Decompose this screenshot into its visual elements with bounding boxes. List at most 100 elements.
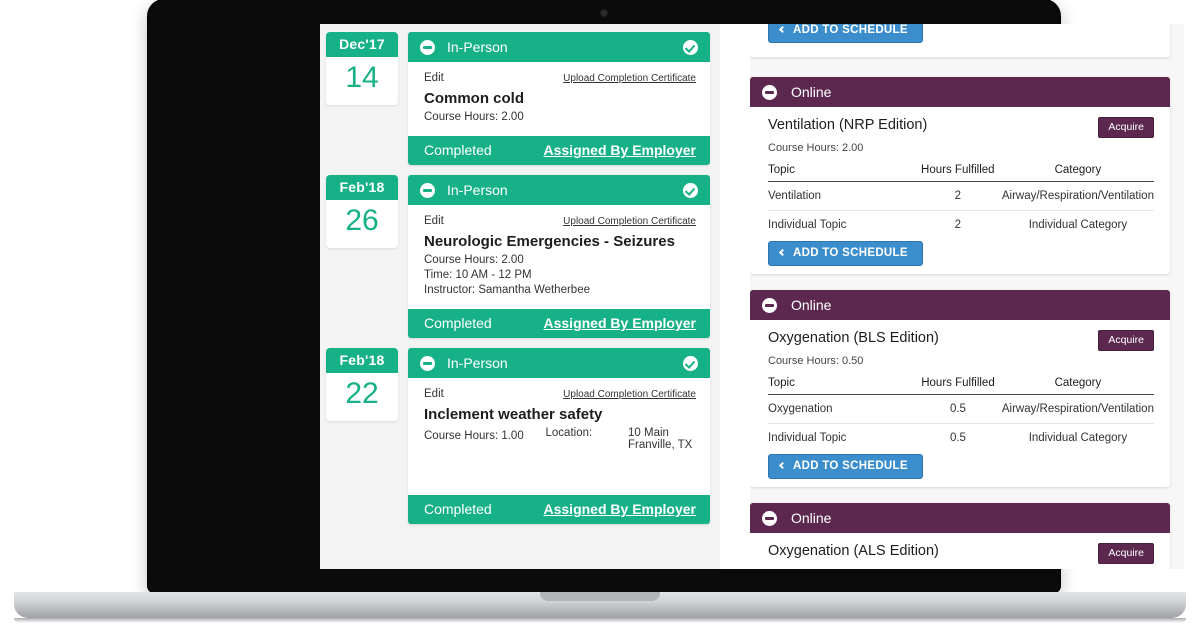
course-title: Oxygenation (ALS Edition) (768, 543, 939, 559)
course-title: Common cold (424, 90, 696, 107)
cell-category: Airway/Respiration/Ventilation (1002, 182, 1154, 211)
course-card-body: Edit Upload Completion Certificate Neuro… (408, 205, 710, 309)
course-card: In-Person Edit Upload Completion Certifi… (408, 32, 710, 165)
col-header-topic: Topic (768, 164, 914, 182)
status-label: Completed (424, 142, 492, 158)
date-chip: Dec'17 14 (326, 32, 398, 105)
online-card-titlerow: Oxygenation (BLS Edition) Acquire (768, 330, 1154, 351)
webcam-icon (601, 10, 607, 16)
circle-check-icon (683, 183, 698, 198)
col-header-topic: Topic (768, 377, 914, 395)
circle-minus-icon[interactable] (420, 183, 435, 198)
upload-certificate-link[interactable]: Upload Completion Certificate (563, 73, 696, 84)
course-title: Ventilation (NRP Edition) (768, 117, 927, 133)
course-card-actions: Edit Upload Completion Certificate (424, 215, 696, 227)
assigned-by-link[interactable]: Assigned By Employer (544, 501, 697, 517)
cell-topic: Oxygenation (768, 395, 914, 424)
cell-hours: 2 (914, 182, 1002, 211)
table-header-row: Topic Hours Fulfilled Category (768, 164, 1154, 182)
course-type-label: In-Person (447, 182, 683, 198)
cell-category: Airway/Respiration/Ventilation (1002, 395, 1154, 424)
online-card-header: Online (750, 77, 1170, 107)
course-card-header: In-Person (408, 32, 710, 62)
schedule-row: Dec'17 14 In-Person Edit (326, 32, 710, 165)
laptop-lid: Dec'17 14 In-Person Edit (148, 0, 1060, 592)
course-card-footer: Completed Assigned By Employer (408, 495, 710, 524)
online-card-body: Oxygenation (BLS Edition) Acquire Course… (750, 320, 1170, 487)
circle-minus-icon[interactable] (420, 40, 435, 55)
table-row: Individual Topic 0.5 Individual Category (768, 424, 1154, 453)
online-card-header: Online (750, 290, 1170, 320)
cell-hours: 2 (914, 211, 1002, 240)
schedule-row: Feb'18 22 In-Person Edit (326, 348, 710, 524)
course-hours: Course Hours: 2.00 (424, 254, 696, 266)
course-type-label: In-Person (447, 355, 683, 371)
date-chip: Feb'18 22 (326, 348, 398, 421)
topics-table: Topic Hours Fulfilled Category Oxygenati… (768, 377, 1154, 452)
catalog-panel[interactable]: Online ADD TO SCHEDULE (750, 24, 1184, 569)
course-type-label: Online (791, 510, 831, 526)
laptop-base-notch (540, 592, 660, 601)
course-title: Oxygenation (BLS Edition) (768, 330, 939, 346)
schedule-list-panel[interactable]: Dec'17 14 In-Person Edit (320, 24, 720, 569)
course-type-label: In-Person (447, 39, 683, 55)
circle-minus-icon[interactable] (762, 298, 777, 313)
cell-topic: Individual Topic (768, 424, 914, 453)
course-meta-row: Course Hours: 1.00 Location: 10 Main Fra… (424, 427, 696, 451)
circle-check-icon (683, 356, 698, 371)
course-hours: Course Hours: 2.00 (768, 142, 1154, 154)
acquire-button[interactable]: Acquire (1098, 543, 1154, 564)
cell-topic: Ventilation (768, 182, 914, 211)
laptop-screen: Dec'17 14 In-Person Edit (320, 24, 1184, 569)
date-chip-month: Feb'18 (326, 175, 398, 200)
add-to-schedule-button[interactable]: ADD TO SCHEDULE (768, 241, 923, 266)
acquire-button[interactable]: Acquire (1098, 330, 1154, 351)
edit-link[interactable]: Edit (424, 388, 444, 400)
cell-hours: 0.5 (914, 395, 1002, 424)
course-instructor: Instructor: Samantha Wetherbee (424, 284, 696, 296)
topics-table: Topic Hours Fulfilled Category Ventilati… (768, 164, 1154, 239)
circle-minus-icon[interactable] (762, 511, 777, 526)
course-title: Neurologic Emergencies - Seizures (424, 233, 696, 250)
upload-certificate-link[interactable]: Upload Completion Certificate (563, 389, 696, 400)
online-card-body: Oxygenation (ALS Edition) Acquire Course… (750, 533, 1170, 569)
course-title: Inclement weather safety (424, 406, 696, 423)
acquire-button[interactable]: Acquire (1098, 117, 1154, 138)
date-chip-month: Dec'17 (326, 32, 398, 57)
course-card-body: Edit Upload Completion Certificate Commo… (408, 62, 710, 136)
cell-category: Individual Category (1002, 211, 1154, 240)
col-header-hours: Hours Fulfilled (914, 164, 1002, 182)
cell-topic: Individual Topic (768, 211, 914, 240)
online-card-body: Ventilation (NRP Edition) Acquire Course… (750, 107, 1170, 274)
course-hours: Course Hours: 1.00 (424, 430, 524, 448)
chevron-left-icon (779, 248, 786, 255)
add-to-schedule-label: ADD TO SCHEDULE (793, 247, 908, 259)
upload-certificate-link[interactable]: Upload Completion Certificate (563, 216, 696, 227)
laptop-mockup: Dec'17 14 In-Person Edit (0, 0, 1200, 630)
add-to-schedule-button[interactable]: ADD TO SCHEDULE (768, 454, 923, 479)
assigned-by-link[interactable]: Assigned By Employer (544, 315, 697, 331)
date-chip-day: 14 (326, 57, 398, 105)
chevron-left-icon (779, 25, 786, 32)
online-course-card: Online Oxygenation (ALS Edition) Acquire… (750, 503, 1170, 569)
table-header-row: Topic Hours Fulfilled Category (768, 377, 1154, 395)
add-to-schedule-label: ADD TO SCHEDULE (793, 460, 908, 472)
circle-minus-icon[interactable] (420, 356, 435, 371)
online-course-card: Online ADD TO SCHEDULE (750, 24, 1170, 57)
table-row: Ventilation 2 Airway/Respiration/Ventila… (768, 182, 1154, 211)
course-card: In-Person Edit Upload Completion Certifi… (408, 348, 710, 524)
course-hours: Course Hours: 0.50 (768, 568, 1154, 569)
course-card-body: Edit Upload Completion Certificate Incle… (408, 378, 710, 495)
circle-check-icon (683, 40, 698, 55)
date-chip: Feb'18 26 (326, 175, 398, 248)
cell-hours: 0.5 (914, 424, 1002, 453)
assigned-by-link[interactable]: Assigned By Employer (544, 142, 697, 158)
col-header-category: Category (1002, 377, 1154, 395)
circle-minus-icon[interactable] (762, 85, 777, 100)
course-card-actions: Edit Upload Completion Certificate (424, 72, 696, 84)
edit-link[interactable]: Edit (424, 215, 444, 227)
add-to-schedule-button[interactable]: ADD TO SCHEDULE (768, 24, 923, 43)
edit-link[interactable]: Edit (424, 72, 444, 84)
location-value: 10 Main Franville, TX (628, 427, 696, 451)
course-time: Time: 10 AM - 12 PM (424, 269, 696, 281)
